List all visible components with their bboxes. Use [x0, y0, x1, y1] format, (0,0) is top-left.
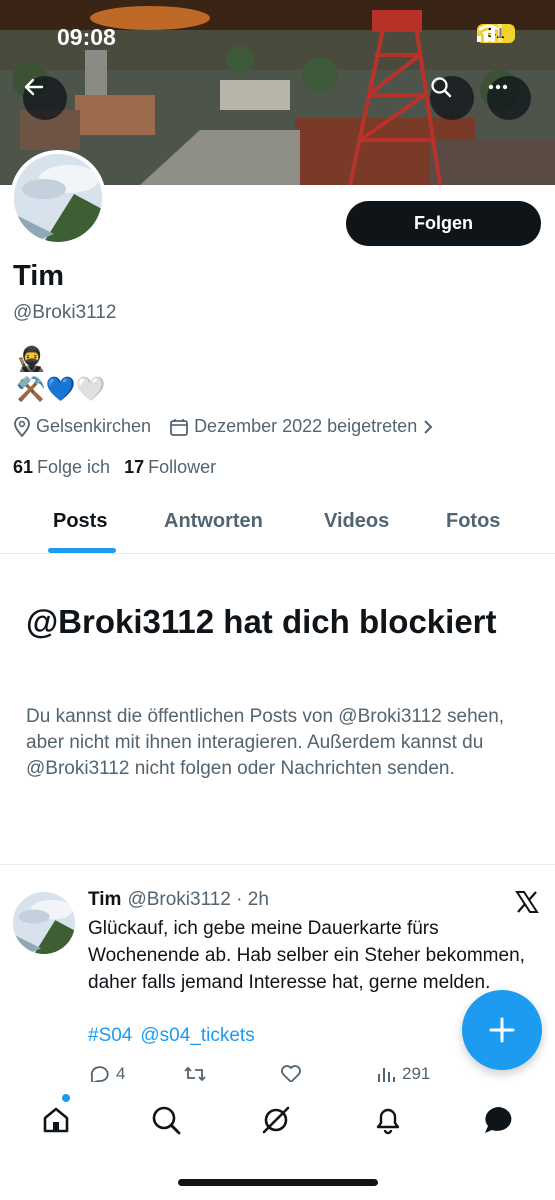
- blocked-description: Du kannst die öffentlichen Posts von @Br…: [26, 706, 505, 779]
- location-pin-icon: [14, 416, 30, 437]
- profile-bio-line1: 🥷: [16, 346, 46, 373]
- more-icon: [488, 84, 508, 90]
- location-text: Gelsenkirchen: [36, 416, 152, 436]
- tweet-avatar-image: [13, 892, 75, 954]
- home-icon: [43, 1107, 69, 1133]
- bell-icon: [376, 1108, 400, 1135]
- blocked-title: @Broki3112 hat dich blockiert: [26, 603, 497, 640]
- profile-tabs: Posts Antworten Videos Fotos: [0, 496, 555, 554]
- search-button[interactable]: [430, 76, 474, 120]
- nav-search[interactable]: [148, 1102, 184, 1138]
- status-bar: 09:08 51: [0, 0, 555, 70]
- following-count: 61: [13, 457, 34, 477]
- search-icon: [431, 77, 452, 98]
- joined-item[interactable]: Dezember 2022 beigetreten: [169, 416, 434, 437]
- location-item: Gelsenkirchen: [13, 416, 151, 437]
- nav-notifications[interactable]: [370, 1102, 406, 1138]
- repost-icon: [184, 1066, 206, 1082]
- reply-icon: [90, 1066, 109, 1084]
- avatar-image: [14, 154, 102, 242]
- tab-videos[interactable]: Videos: [324, 510, 389, 533]
- profile-handle: @Broki3112: [13, 302, 117, 323]
- views-count: 291: [402, 1064, 431, 1083]
- profile-display-name: Tim: [13, 260, 65, 292]
- active-tab-indicator: [48, 548, 116, 553]
- nav-home[interactable]: [38, 1102, 74, 1138]
- following-label: Folge ich: [37, 457, 111, 477]
- like-action[interactable]: [280, 1064, 302, 1084]
- tweet-tags: #S04 @s04_tickets: [88, 1025, 255, 1047]
- tab-posts[interactable]: Posts: [53, 510, 107, 533]
- status-icons: 51: [477, 24, 515, 43]
- follow-counts: 61 Folge ich 17 Follower: [13, 457, 216, 478]
- hashtag-link[interactable]: #S04: [88, 1025, 132, 1047]
- home-indicator: [178, 1179, 378, 1186]
- followers-label: Follower: [148, 457, 217, 477]
- profile-bio-line2: ⚒️💙🤍: [16, 376, 106, 403]
- tweet-header: Tim @Broki3112 · 2h: [88, 889, 269, 911]
- tweet-handle-time: @Broki3112 · 2h: [127, 889, 269, 910]
- followers-count: 17: [124, 457, 145, 477]
- search-icon: [152, 1106, 181, 1135]
- joined-text: Dezember 2022 beigetreten: [194, 416, 418, 436]
- back-button[interactable]: [23, 76, 67, 120]
- calendar-icon: [170, 418, 188, 436]
- tab-photos[interactable]: Fotos: [446, 510, 500, 533]
- messages-icon: [485, 1107, 512, 1133]
- follow-button[interactable]: Folgen: [346, 201, 541, 246]
- more-button[interactable]: [487, 76, 531, 120]
- profile-meta: Gelsenkirchen Dezember 2022 beigetreten: [13, 416, 452, 437]
- status-time: 09:08: [57, 24, 116, 50]
- mention-link[interactable]: @s04_tickets: [140, 1025, 254, 1047]
- wifi-icon: [478, 24, 500, 42]
- repost-action[interactable]: [183, 1064, 207, 1084]
- following-link[interactable]: 61 Folge ich: [13, 457, 110, 478]
- back-arrow-icon: [24, 78, 44, 96]
- nav-grok[interactable]: [258, 1102, 294, 1138]
- tweet-text: Glückauf, ich gebe meine Dauerkarte fürs…: [88, 918, 525, 993]
- reply-action[interactable]: 4: [88, 1064, 125, 1084]
- tweet-avatar[interactable]: [13, 892, 75, 954]
- heart-icon: [281, 1065, 301, 1084]
- nav-messages[interactable]: [481, 1102, 517, 1138]
- divider: [0, 864, 555, 865]
- bottom-navigation: [0, 1082, 555, 1200]
- followers-link[interactable]: 17 Follower: [124, 457, 216, 478]
- views-action[interactable]: 291: [376, 1064, 430, 1084]
- chevron-right-icon: [424, 419, 433, 434]
- plus-icon: [489, 1017, 515, 1043]
- reply-count: 4: [116, 1064, 126, 1083]
- compose-button[interactable]: [462, 990, 542, 1070]
- tweet-author-name[interactable]: Tim: [88, 889, 121, 911]
- grok-icon: [262, 1106, 290, 1134]
- views-chart-icon: [378, 1068, 395, 1082]
- profile-avatar[interactable]: [10, 150, 106, 246]
- notification-dot: [62, 1094, 70, 1102]
- tab-replies[interactable]: Antworten: [164, 510, 263, 533]
